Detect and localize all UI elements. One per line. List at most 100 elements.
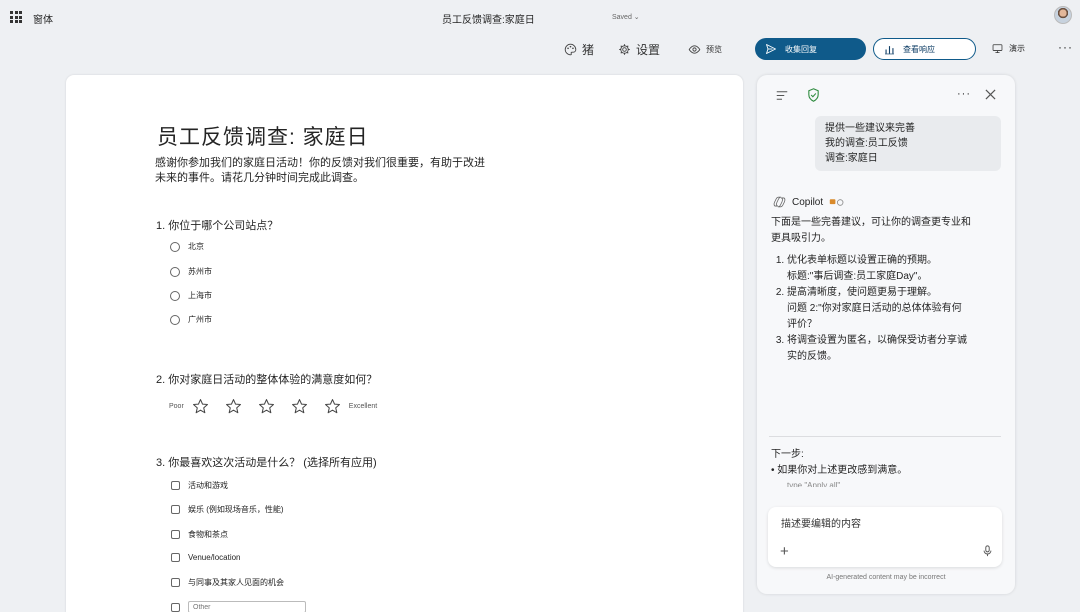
collect-responses-button[interactable]: 收集回复 <box>755 38 866 60</box>
gear-icon <box>619 43 630 55</box>
checkbox[interactable] <box>171 481 180 490</box>
suggestion-main: 将调查设置为匿名，以确保受访者分享诚实的反馈。 <box>787 335 967 362</box>
q1-option-label: 北京 <box>188 242 204 251</box>
microphone-icon[interactable] <box>983 545 992 557</box>
q3-option-label: Venue/location <box>188 553 241 562</box>
next-steps: 下一步: • 如果你对上述更改感到满意。 <box>771 447 907 479</box>
q3-option-label: 与同事及其家人见面的机会 <box>188 578 284 587</box>
prompt-input[interactable]: 描述要编辑的内容 <box>781 515 861 530</box>
suggestion-item: 优化表单标题以设置正确的预期。 标题:"事后调查:员工家庭Day"。 <box>787 253 971 285</box>
document-title[interactable]: 员工反馈调查:家庭日 <box>442 11 535 26</box>
close-icon[interactable] <box>985 89 996 100</box>
q1-option[interactable]: 广州市 <box>170 314 212 325</box>
sensitivity-label-icon[interactable] <box>829 198 845 207</box>
q3-option-other[interactable] <box>171 601 306 612</box>
add-icon[interactable]: + <box>780 543 789 560</box>
rating-star[interactable] <box>283 396 316 416</box>
suggestion-list: 优化表单标题以设置正确的预期。 标题:"事后调查:员工家庭Day"。 提高清晰度… <box>771 253 971 365</box>
radio-button[interactable] <box>170 290 180 301</box>
palette-icon <box>564 43 577 55</box>
settings-label: 设置 <box>636 42 661 57</box>
rating-star[interactable] <box>184 396 217 416</box>
rating-star[interactable] <box>316 396 349 416</box>
copilot-response: 下面是一些完善建议，可让你的调查更专业和更具吸引力。 优化表单标题以设置正确的预… <box>771 215 971 365</box>
q1-option[interactable]: 北京 <box>170 241 204 252</box>
rating-star[interactable] <box>250 396 283 416</box>
star-row <box>184 396 349 416</box>
checkbox[interactable] <box>171 505 180 514</box>
q1-option[interactable]: 上海市 <box>170 290 212 301</box>
checkbox[interactable] <box>171 530 180 539</box>
present-button[interactable]: 演示 <box>992 43 1025 54</box>
radio-button[interactable] <box>170 241 180 252</box>
suggestion-main: 提高清晰度，使问题更易于理解。 <box>787 287 937 298</box>
chart-icon <box>885 45 894 54</box>
top-bar: 窗体 员工反馈调查:家庭日 Saved ⌄ <box>0 0 1080 34</box>
panel-more-icon[interactable]: ··· <box>957 88 971 100</box>
other-input[interactable] <box>188 601 306 612</box>
next-step-item: • 如果你对上述更改感到满意。 <box>771 465 908 476</box>
q3-option[interactable]: 活动和游戏 <box>171 480 228 491</box>
suggestion-detail: 标题:"事后调查:员工家庭Day"。 <box>787 271 928 282</box>
checkbox[interactable] <box>171 578 180 587</box>
settings-button[interactable]: 设置 <box>618 40 660 58</box>
form-canvas: 员工反馈调查: 家庭日 感谢你参加我们的家庭日活动！你的反馈对我们很重要，有助于… <box>66 75 743 612</box>
q1-option[interactable]: 苏州市 <box>170 266 212 277</box>
view-responses-label: 查看响应 <box>903 44 935 54</box>
star-icon <box>192 398 208 413</box>
form-description[interactable]: 感谢你参加我们的家庭日活动！你的反馈对我们很重要，有助于改进未来的事件。请花几分… <box>155 156 495 186</box>
saved-status[interactable]: Saved ⌄ <box>612 13 640 21</box>
star-icon <box>291 398 307 413</box>
suggestion-item: 将调查设置为匿名，以确保受访者分享诚实的反馈。 <box>787 333 971 365</box>
rating-high-label: Excellent <box>348 402 378 410</box>
form-title[interactable]: 员工反馈调查: 家庭日 <box>157 121 369 151</box>
radio-button[interactable] <box>170 266 180 277</box>
copilot-intro: 下面是一些完善建议，可让你的调查更专业和更具吸引力。 <box>771 217 971 244</box>
next-steps-title: 下一步: <box>771 449 804 460</box>
suggestion-detail: 问题 2:"你对家庭日活动的总体体验有何评价？ <box>787 303 962 330</box>
question-3-title[interactable]: 3. 你最喜欢这次活动是什么？ (选择所有应用) <box>156 454 377 470</box>
q3-option[interactable]: 与同事及其家人见面的机会 <box>171 577 284 588</box>
q3-option[interactable]: 娱乐 (例如现场音乐，性能) <box>171 504 284 515</box>
q3-option[interactable]: 食物和茶点 <box>171 529 228 540</box>
q3-option-label: 食物和茶点 <box>188 530 228 539</box>
rating-low-label: Poor <box>169 402 184 410</box>
q3-option-label: 活动和游戏 <box>188 481 228 490</box>
checkbox[interactable] <box>171 602 180 612</box>
view-responses-button[interactable]: 查看响应 <box>873 38 976 60</box>
copilot-logo-icon <box>773 196 786 208</box>
monitor-icon <box>992 44 1003 54</box>
next-step-text: 如果你对上述更改感到满意。 <box>777 465 908 476</box>
preview-label: 预览 <box>706 44 722 54</box>
next-step-cut-text: type "Apply all" <box>787 481 841 487</box>
preview-button[interactable]: 预览 <box>688 40 722 58</box>
app-name[interactable]: 窗体 <box>33 11 53 26</box>
app-launcher-icon[interactable] <box>10 11 22 23</box>
star-icon <box>324 398 340 413</box>
q3-option[interactable]: Venue/location <box>171 553 241 562</box>
q1-option-label: 上海市 <box>188 291 212 300</box>
question-2-title[interactable]: 2. 你对家庭日活动的整体体验的满意度如何？ <box>156 371 377 387</box>
user-message: 提供一些建议来完善 我的调查:员工反馈 调查:家庭日 <box>815 116 1001 171</box>
rating-star[interactable] <box>217 396 250 416</box>
user-message-line: 我的调查:员工反馈 <box>825 138 908 149</box>
divider <box>769 436 1001 437</box>
star-icon <box>225 398 241 413</box>
suggestion-main: 优化表单标题以设置正确的预期。 <box>787 255 937 266</box>
question-1-title[interactable]: 1. 你位于哪个公司站点？ <box>156 217 278 233</box>
shield-check-icon[interactable] <box>807 88 820 102</box>
checkbox[interactable] <box>171 553 180 562</box>
theme-label: 猪 <box>582 42 595 57</box>
more-options-button[interactable]: ··· <box>1058 40 1073 54</box>
present-label: 演示 <box>1009 44 1025 53</box>
q1-option-label: 苏州市 <box>188 267 212 276</box>
send-icon <box>766 44 776 54</box>
user-message-line: 调查:家庭日 <box>825 153 878 164</box>
q3-option-label: 娱乐 (例如现场音乐，性能) <box>188 505 284 514</box>
copilot-header: Copilot <box>773 196 845 208</box>
radio-button[interactable] <box>170 314 180 325</box>
theme-button[interactable]: 猪 <box>564 40 594 58</box>
avatar[interactable] <box>1054 6 1072 24</box>
history-list-icon[interactable] <box>776 90 788 101</box>
rating-stars: Poor Excellent <box>169 396 377 416</box>
